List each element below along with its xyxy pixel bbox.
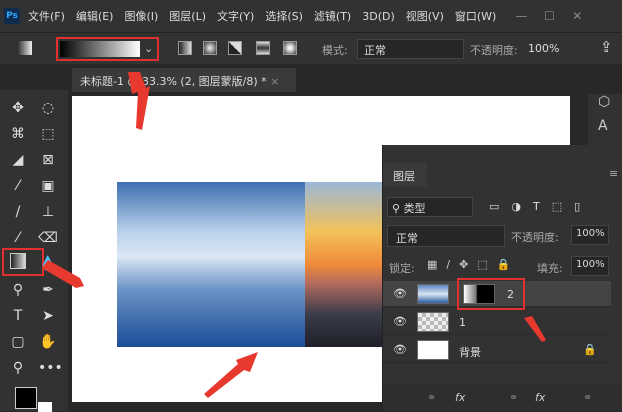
- arrow-to-mask: [524, 316, 546, 342]
- arrow-to-gradient-picker: [128, 72, 150, 130]
- annotation-arrows: [42, 72, 546, 398]
- arrow-to-gradient-tool: [42, 260, 84, 288]
- arrow-to-canvas: [204, 352, 258, 398]
